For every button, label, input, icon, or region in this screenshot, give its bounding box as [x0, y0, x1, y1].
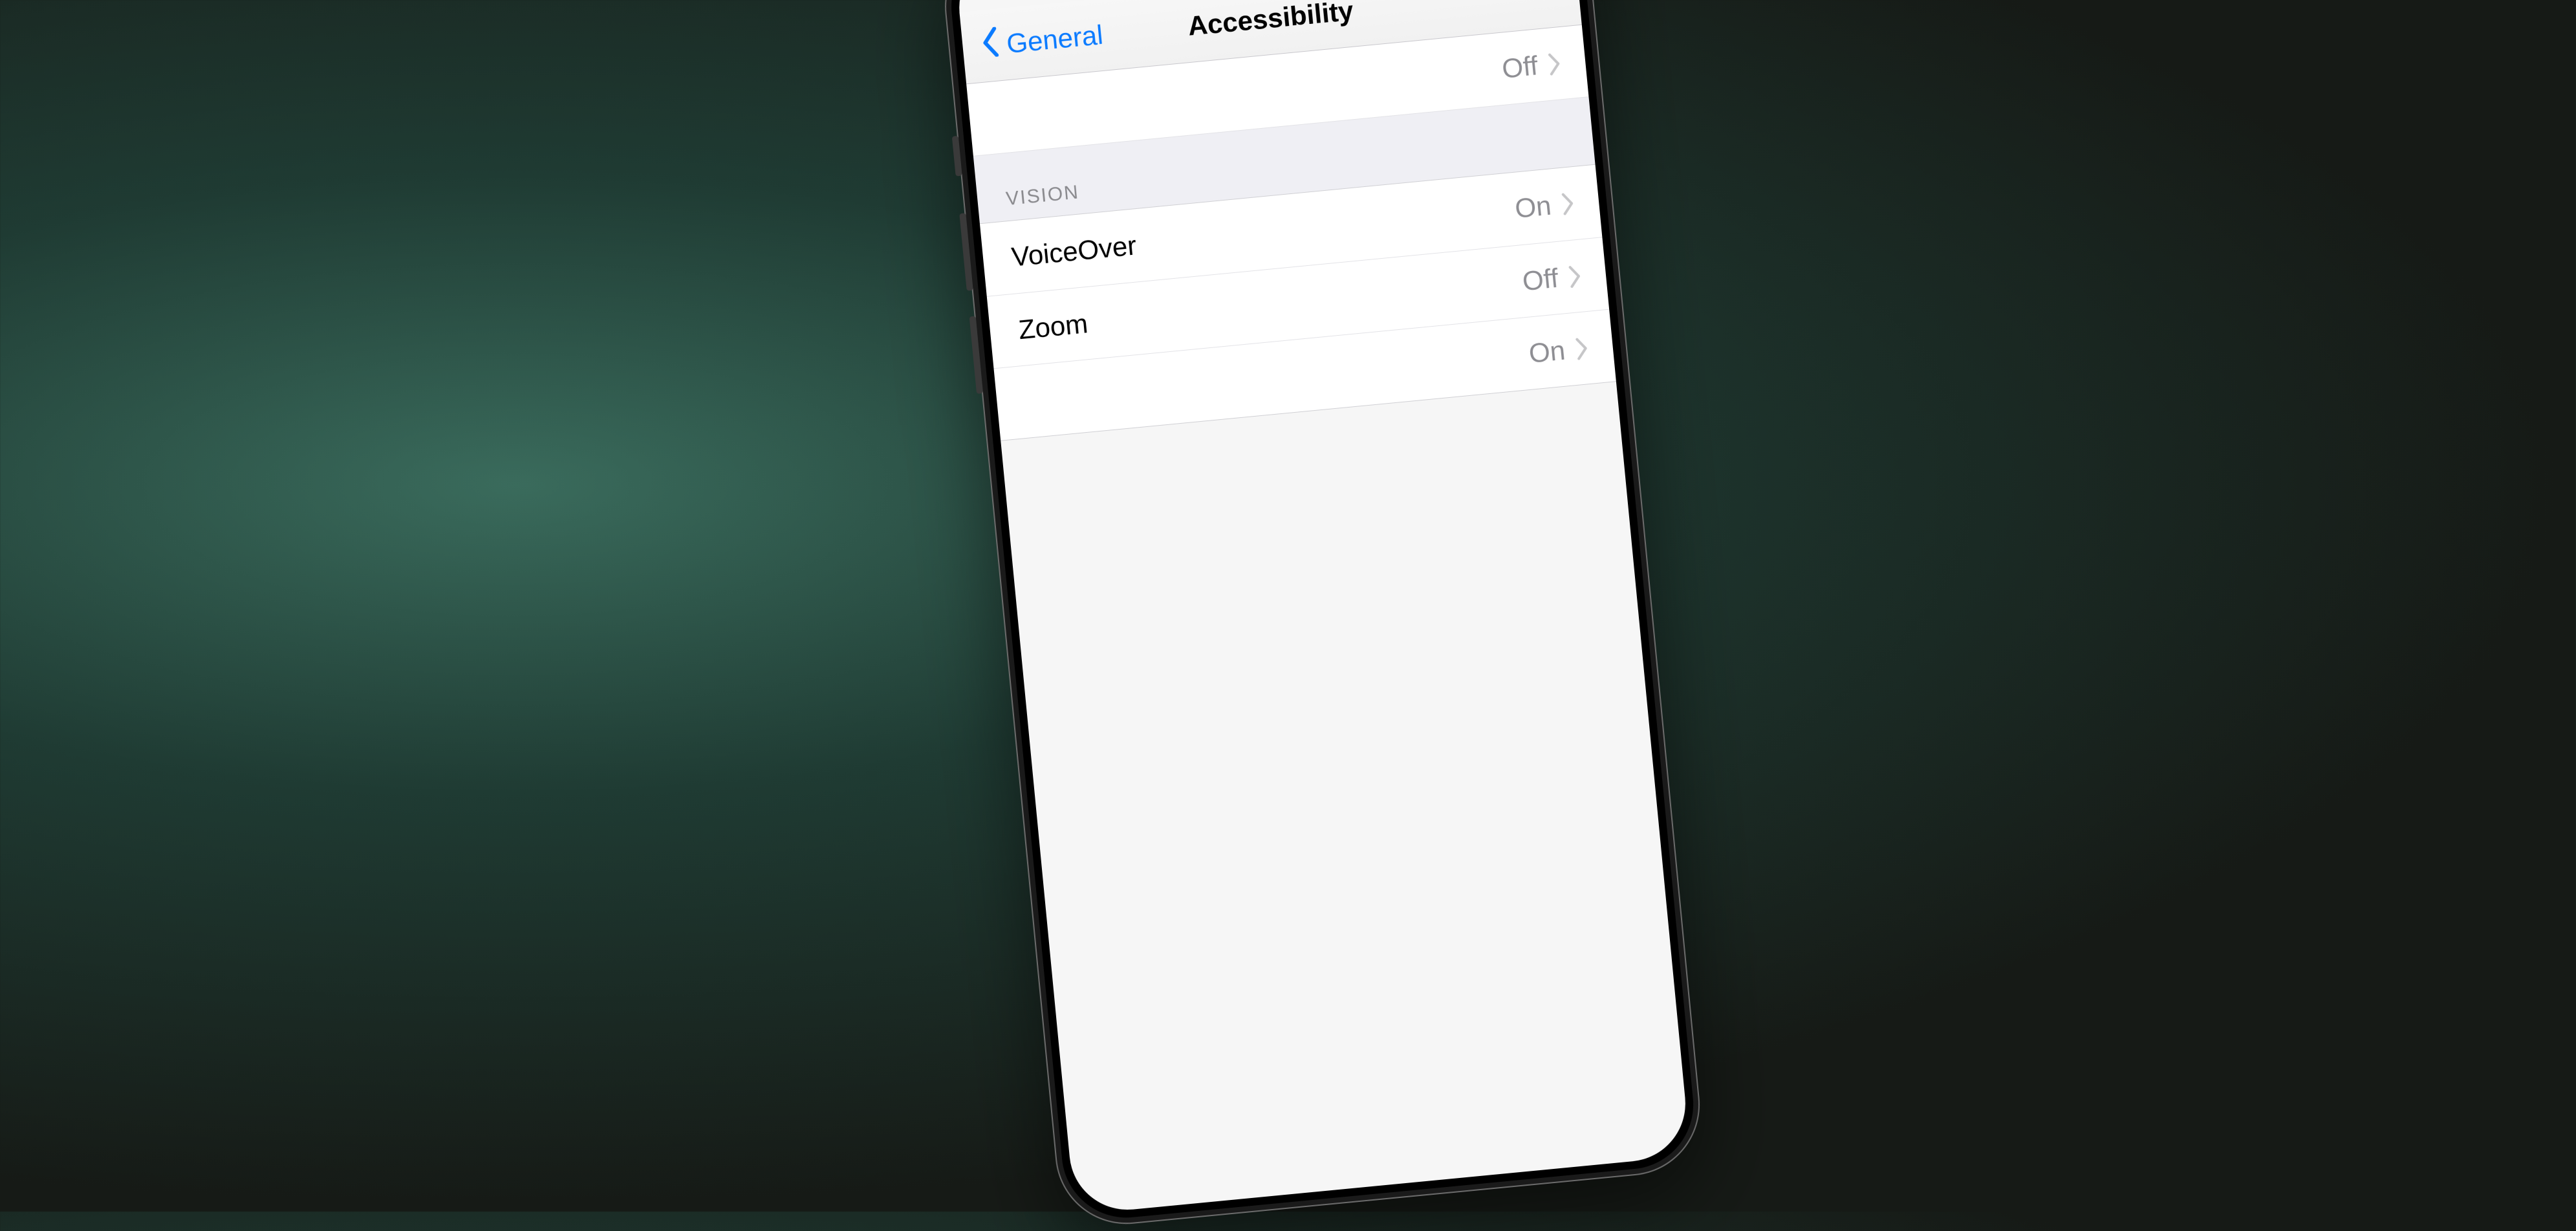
phone-screen: 10:41: [954, 0, 1691, 1215]
mute-switch[interactable]: [951, 136, 962, 177]
row-value: On: [1513, 190, 1552, 224]
chevron-right-icon: [1567, 265, 1582, 288]
back-label: General: [1005, 19, 1104, 59]
status-time: 10:41: [994, 0, 1065, 2]
chevron-right-icon: [1546, 52, 1561, 76]
row-value: On: [1527, 334, 1566, 369]
volume-down-button[interactable]: [969, 316, 982, 394]
chevron-right-icon: [1560, 192, 1575, 215]
chevron-right-icon: [1574, 337, 1589, 360]
row-label: [1025, 353, 1528, 402]
volume-up-button[interactable]: [959, 213, 973, 290]
chevron-left-icon: [979, 27, 1000, 64]
row-value: Off: [1521, 263, 1559, 297]
back-button[interactable]: General: [977, 0, 1106, 82]
page-title: Accessibility: [1186, 0, 1354, 41]
row-value: Off: [1500, 50, 1539, 84]
